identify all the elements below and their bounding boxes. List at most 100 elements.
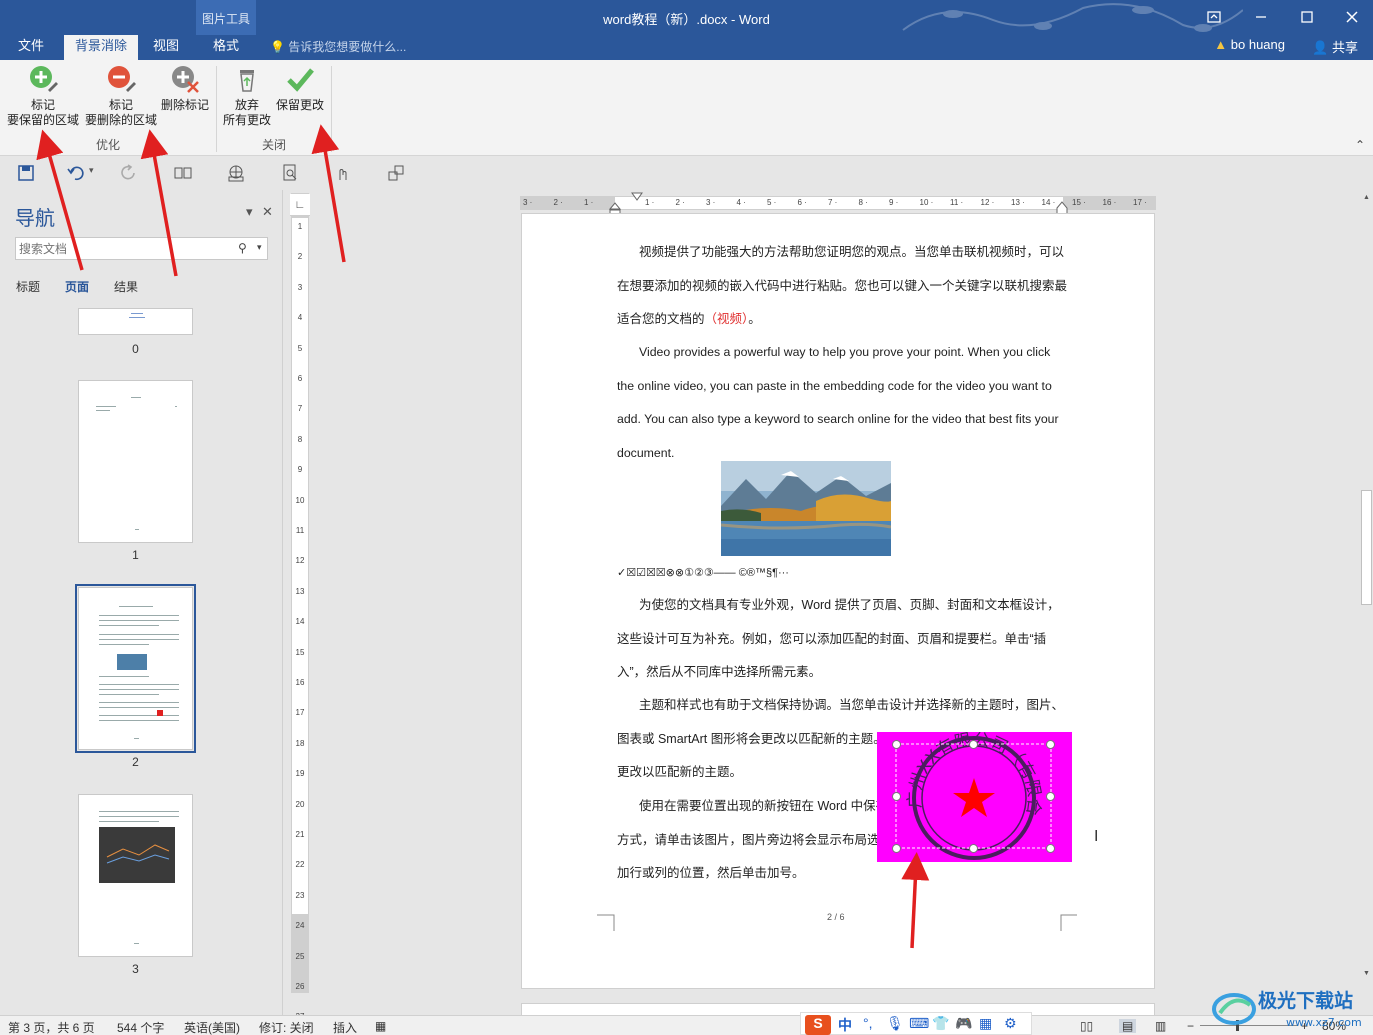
print-preview-icon[interactable] [281, 164, 299, 182]
ruler-tick-label: 13 [295, 586, 305, 596]
toolbox-icon[interactable]: ▦ [979, 1015, 992, 1032]
page-thumbnail-label-1: 1 [132, 548, 139, 562]
ruler-tick-label: 9 [297, 465, 303, 475]
scroll-down-icon[interactable]: ▼ [1361, 970, 1372, 981]
paragraph-1-text: 视频提供了功能强大的方法帮助您证明您的观点。当您单击联机视频时，可以在想要添加的… [617, 245, 1068, 326]
pane-options-icon[interactable]: ▾ [246, 204, 253, 220]
page-thumbnail-2[interactable] [75, 584, 196, 753]
share-button[interactable]: 👤 共享 [1312, 37, 1358, 56]
search-document-box[interactable]: ⚲ ▾ [15, 237, 268, 260]
collapse-ribbon-icon[interactable]: ⌃ [1355, 138, 1365, 152]
video-link-text[interactable]: （视频） [705, 312, 749, 326]
minimize-icon[interactable] [1250, 6, 1272, 28]
skin-icon[interactable]: 👕 [932, 1015, 949, 1032]
sogou-logo-icon[interactable]: S [805, 1015, 831, 1035]
web-layout-icon[interactable] [227, 164, 245, 182]
macro-icon[interactable]: ▦ [375, 1019, 386, 1033]
resize-handle[interactable] [969, 740, 978, 749]
close-pane-icon[interactable]: ✕ [262, 204, 273, 220]
ruler-tick-label: 4 [297, 313, 303, 323]
page-thumbnail-3[interactable] [78, 794, 193, 957]
aurora-logo-icon: 极光下载站 www.xz7.com [1212, 989, 1362, 1029]
nav-tab-headings[interactable]: 标题 [16, 278, 40, 295]
microphone-icon[interactable]: 🎙 [886, 1015, 904, 1032]
tell-me-text: 告诉我您想要做什么... [288, 40, 407, 54]
resize-handle[interactable] [1046, 792, 1055, 801]
ruler-tick-label: 9 · [889, 198, 899, 207]
ruler-tick-label: 1 [297, 222, 303, 231]
search-icon[interactable]: ⚲ [238, 241, 247, 255]
ruler-tick-label: 6 · [797, 198, 807, 207]
document-page[interactable]: 视频提供了功能强大的方法帮助您证明您的观点。当您单击联机视频时，可以在想要添加的… [521, 213, 1155, 989]
settings-icon[interactable]: ⚙ [1004, 1015, 1017, 1032]
game-icon[interactable]: 🎮 [955, 1015, 972, 1032]
ime-chinese-mode[interactable]: 中 [838, 1015, 852, 1035]
nav-tab-results[interactable]: 结果 [114, 278, 138, 295]
close-window-icon[interactable] [1341, 6, 1363, 28]
zoom-out-icon[interactable]: − [1187, 1019, 1194, 1033]
vertical-ruler[interactable]: ∟ 1 2 3 4 5 6 7 8 9 10 11 12 13 14 15 16 17 18 19 20 21 22 23 2… [290, 193, 310, 1021]
ruler-margin-shade [521, 197, 615, 209]
keyboard-icon[interactable]: ⌨ [909, 1015, 929, 1032]
ruler-tick-label: 12 [295, 556, 305, 566]
ribbon-display-options-icon[interactable] [1203, 6, 1225, 28]
ruler-tick-label: 3 [297, 282, 303, 292]
keep-changes-button[interactable]: 保留更改 [274, 64, 326, 113]
redo-icon[interactable] [120, 164, 138, 182]
search-dropdown-icon[interactable]: ▾ [257, 242, 262, 253]
nav-tab-pages[interactable]: 页面 [65, 278, 89, 295]
page-thumbnail-1[interactable] [78, 380, 193, 543]
ruler-tick-label: 3 · [523, 198, 533, 207]
ruler-tick-label: 6 [297, 374, 303, 383]
symbols-line: ✓☒☑☒☒⊗⊗①②③—— ©®™§¶··· [617, 567, 789, 579]
mark-areas-to-keep-button[interactable]: 标记 要保留的区域 [6, 64, 80, 128]
mark-areas-to-remove-button[interactable]: 标记 要删除的区域 [83, 64, 159, 128]
status-page-count[interactable]: 第 3 页，共 6 页 [8, 1019, 95, 1035]
delete-mark-button[interactable]: 删除标记 [160, 64, 210, 113]
ruler-tick-label: 10 · [919, 198, 934, 207]
status-word-count[interactable]: 544 个字 [117, 1019, 164, 1035]
company-seal-image[interactable]: 广州XX有限公司（有限合伙） [869, 717, 1072, 862]
resize-handle[interactable] [1046, 740, 1055, 749]
discard-all-changes-button[interactable]: 放弃 所有更改 [222, 64, 272, 128]
minus-pencil-icon [108, 66, 136, 92]
web-layout-view-icon[interactable]: ▥ [1155, 1019, 1166, 1033]
delete-mark-label: 删除标记 [160, 98, 209, 112]
tab-selector-icon[interactable]: ∟ [290, 194, 310, 216]
resize-handle[interactable] [892, 792, 901, 801]
tab-view[interactable]: 视图 [145, 35, 187, 60]
touch-mode-icon[interactable] [334, 164, 352, 182]
read-mode-view-icon[interactable]: ▯▯ [1080, 1019, 1093, 1033]
group-label-close: 关闭 [262, 138, 287, 152]
status-track-changes[interactable]: 修订: 关闭 [259, 1019, 314, 1035]
resize-handle[interactable] [892, 844, 901, 853]
ruler-tick-label: 18 [295, 738, 305, 748]
landscape-photo[interactable] [721, 461, 891, 556]
read-mode-icon[interactable] [174, 164, 192, 182]
undo-icon[interactable] [67, 164, 85, 182]
scroll-up-icon[interactable]: ▲ [1361, 194, 1372, 205]
page-thumbnail-0[interactable] [78, 308, 193, 335]
vertical-scrollbar[interactable]: ▲ ▼ [1360, 190, 1373, 1015]
seal-text: 广州XX有限公司（有限合伙） [869, 717, 1045, 816]
ruler-tick-label: 13 · [1011, 198, 1025, 207]
search-document-input[interactable] [16, 238, 216, 259]
punctuation-icon[interactable]: °, [863, 1015, 873, 1031]
ruler-tick-label: 10 [295, 495, 305, 505]
resize-handle[interactable] [1046, 844, 1055, 853]
scrollbar-thumb[interactable] [1361, 490, 1372, 605]
undo-dropdown-icon[interactable]: ▾ [89, 165, 94, 176]
user-account[interactable]: ▲ bo huang [1214, 37, 1285, 52]
resize-handle[interactable] [969, 844, 978, 853]
maximize-icon[interactable] [1296, 6, 1318, 28]
status-language[interactable]: 英语(美国) [184, 1019, 240, 1035]
tab-format[interactable]: 格式 [198, 35, 254, 60]
tell-me-box[interactable]: 💡 告诉我您想要做什么... [270, 38, 406, 55]
print-layout-view-icon[interactable]: ▤ [1119, 1019, 1137, 1033]
tab-file[interactable]: 文件 [8, 35, 54, 60]
save-icon[interactable] [17, 164, 35, 182]
select-objects-icon[interactable] [387, 164, 405, 182]
tab-background-removal[interactable]: 背景消除 [64, 35, 138, 60]
resize-handle[interactable] [892, 740, 901, 749]
status-insert-mode[interactable]: 插入 [333, 1019, 357, 1035]
